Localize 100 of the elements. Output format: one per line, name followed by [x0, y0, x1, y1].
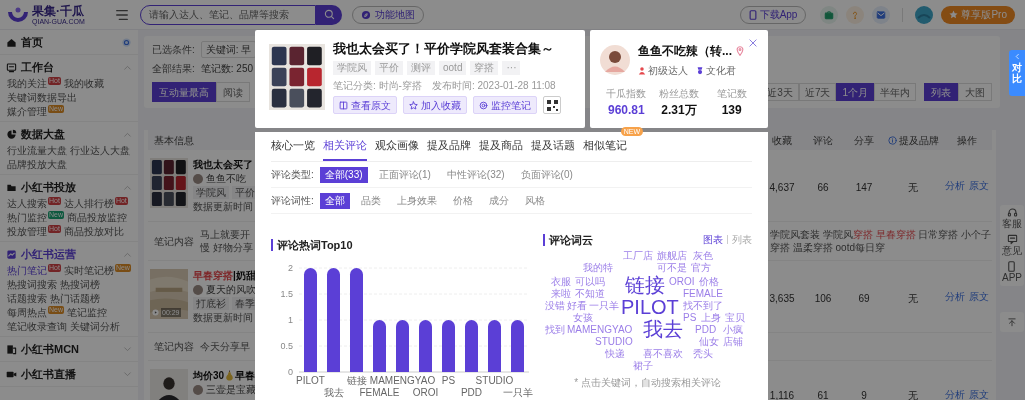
cloud-word[interactable]: 链接 [625, 275, 665, 295]
cloud-word[interactable]: 秃头 [693, 349, 713, 359]
cloud-word[interactable]: 衣服 [551, 277, 571, 287]
cloud-word[interactable]: FEMALE [683, 289, 723, 299]
upgrade-button[interactable]: 尊享版Pro [941, 5, 1015, 24]
note-title[interactable]: 早春 [235, 368, 256, 383]
section-title[interactable]: 首页 [21, 33, 43, 51]
section-title[interactable]: 小红书投放 [21, 178, 76, 196]
compare-tab[interactable]: 对比 [1009, 50, 1025, 96]
cloud-word[interactable]: 裙子 [633, 361, 653, 371]
toolbar-button[interactable]: 客服 [1002, 207, 1022, 230]
sidebar-link[interactable]: 商品投放监控 [67, 211, 127, 225]
tab[interactable]: 提及商品 [479, 136, 523, 161]
sidebar-link[interactable]: 行业流量大盘 [7, 144, 67, 158]
cloud-word[interactable]: 可以吗 [575, 277, 605, 287]
sidebar-link[interactable]: 热搜词榜 [60, 278, 100, 292]
sort-tab[interactable]: 互动量最高 [152, 82, 216, 102]
sidebar-link[interactable]: 话题搜索 [7, 292, 47, 306]
sidebar-link[interactable]: 热搜词搜索 [7, 278, 57, 292]
time-tab[interactable]: 近7天 [798, 83, 837, 101]
cloud-word[interactable]: MAMENGYAO [567, 325, 633, 335]
action-link[interactable]: 原文 [969, 178, 989, 193]
sidebar-link[interactable]: 笔记收录查询 [7, 320, 67, 334]
tab[interactable]: 观众画像 [375, 136, 419, 161]
action-link[interactable]: 分析 [945, 289, 965, 304]
filter-option[interactable]: 全部 [319, 192, 350, 209]
cloud-word[interactable]: OROI [669, 277, 695, 287]
toolbar-button[interactable]: 意见 [1002, 234, 1022, 257]
sidebar-link[interactable]: 关键词分析 [70, 320, 120, 334]
toolbar-button[interactable]: APP [1002, 261, 1022, 284]
action-link[interactable]: 分析 [945, 386, 965, 400]
note-title[interactable]: 我也太会买了 [193, 157, 253, 172]
cloud-word[interactable]: 可不是 [657, 263, 687, 273]
note-title[interactable]: 早春穿搭 [193, 268, 233, 283]
cloud-word[interactable]: 上身 [701, 313, 721, 323]
cloud-word[interactable]: 来啦 [551, 289, 571, 299]
note-title[interactable]: |奶甜 [233, 268, 256, 283]
cloud-word[interactable]: 宝贝 [725, 313, 745, 323]
section-title[interactable]: 小红书直播 [21, 365, 76, 383]
tab[interactable]: 相似笔记 [583, 136, 627, 161]
sidebar-link[interactable]: 笔记监控 [67, 306, 107, 320]
filter-option[interactable]: 品类 [355, 192, 386, 209]
cloud-word[interactable]: 我去 [643, 319, 683, 339]
section-title[interactable]: 工作台 [21, 58, 54, 76]
cloud-word[interactable]: PILOT [621, 297, 679, 317]
filter-option[interactable]: 负面评论(0) [515, 166, 578, 183]
sidebar-link[interactable]: 关键词数据导出 [7, 91, 77, 105]
cloud-word[interactable]: 好看 [567, 301, 587, 311]
sidebar-link[interactable]: 行业达人大盘 [70, 144, 130, 158]
cloud-word[interactable]: 一只羊 [589, 301, 619, 311]
cloud-word[interactable]: 店铺 [723, 337, 743, 347]
filter-option[interactable]: 中性评论(32) [441, 166, 510, 183]
tab[interactable]: 核心一览 [271, 136, 315, 161]
cloud-word[interactable]: 没错 [545, 301, 565, 311]
time-tab[interactable]: 1个月 [836, 83, 874, 101]
filter-option[interactable]: 风格 [519, 192, 550, 209]
cloud-word[interactable]: PS [683, 313, 697, 323]
note-action-button[interactable]: 查看原文 [333, 96, 397, 114]
cloud-word[interactable]: STUDIO [595, 337, 633, 347]
author-name[interactable]: 夏天的风吹 [206, 282, 256, 297]
tab[interactable]: 相关评论 [323, 136, 367, 161]
cloud-word[interactable]: 我的特 [583, 263, 613, 273]
cloud-word[interactable]: 旗舰店 [657, 251, 687, 261]
sidebar-link[interactable]: 商品投放对比 [63, 225, 124, 239]
cloud-word[interactable]: 官方 [691, 263, 711, 273]
filter-option[interactable]: 上身效果 [391, 192, 442, 209]
action-link[interactable]: 原文 [969, 386, 989, 400]
cloud-word[interactable]: 小疯 [723, 325, 743, 335]
note-action-button[interactable]: 加入收藏 [403, 96, 467, 114]
cloud-word[interactable]: 喜不喜欢 [643, 349, 683, 359]
tab[interactable]: 提及品牌 [427, 136, 471, 161]
view-tab[interactable]: 列表 [924, 83, 958, 101]
filter-option[interactable]: 全部(33) [319, 166, 368, 183]
sidebar-link[interactable]: 品牌投放大盘 [7, 158, 67, 172]
sort-tab[interactable]: 阅读 [216, 82, 250, 102]
view-toggle[interactable]: 列表 [732, 232, 752, 247]
sidebar-link[interactable]: 热门话题榜 [50, 292, 100, 306]
cloud-word[interactable]: PDD [695, 325, 717, 335]
cloud-word[interactable]: 灰色 [693, 251, 713, 261]
cloud-word[interactable]: 不知道 [575, 289, 605, 299]
filter-option[interactable]: 正面评论(1) [373, 166, 436, 183]
filter-option[interactable]: 成分 [483, 192, 514, 209]
author-name[interactable]: 三壶是宝藏 [206, 382, 256, 397]
note-title[interactable]: 均价30 [193, 368, 225, 383]
note-action-button[interactable]: 监控笔记 [473, 96, 537, 114]
cloud-word[interactable]: 找到 [545, 325, 565, 335]
time-tab[interactable]: 半年内 [874, 83, 916, 101]
filter-option[interactable]: 价格 [447, 192, 478, 209]
section-title[interactable]: 小红书运营 [21, 245, 76, 263]
tab[interactable]: 提及话题 [531, 136, 575, 161]
cloud-word[interactable]: 女孩 [573, 313, 593, 323]
cloud-word[interactable]: 仙女 [699, 337, 719, 347]
view-toggle[interactable]: 图表 [703, 232, 723, 247]
cloud-word[interactable]: 快递 [605, 349, 625, 359]
cloud-word[interactable]: 工厂店 [623, 251, 653, 261]
action-link[interactable]: 原文 [969, 289, 989, 304]
cloud-word[interactable]: 价格 [699, 277, 719, 287]
section-title[interactable]: 小红书MCN [21, 340, 80, 358]
cloud-word[interactable]: 找不到了 [683, 301, 723, 311]
action-link[interactable]: 分析 [945, 178, 965, 193]
